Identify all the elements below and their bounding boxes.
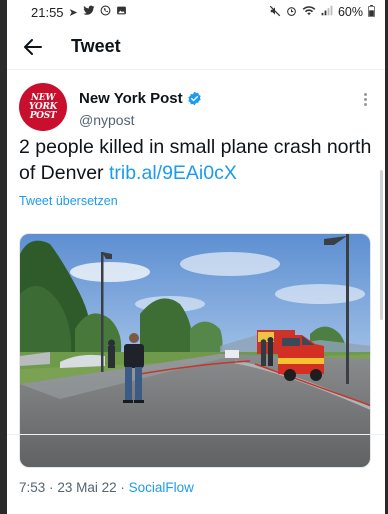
avatar-line-3: POST	[29, 110, 57, 121]
tweet-link[interactable]: trib.al/9EAi0cX	[109, 162, 237, 184]
more-options-button[interactable]	[357, 89, 373, 109]
tweet-meta: 7:53 · 23 Mai 22 · SocialFlow	[19, 480, 194, 495]
phone-frame: 21:55 ➤ 60% Tweet NEW YORK POST New York…	[0, 0, 388, 514]
plane-crash-scene-image	[20, 234, 370, 467]
whatsapp-icon	[100, 5, 111, 19]
wifi-icon	[302, 5, 316, 19]
navigation-icon: ➤	[68, 6, 78, 19]
back-button[interactable]	[23, 37, 43, 57]
status-time: 21:55	[31, 4, 64, 20]
author-name-row[interactable]: New York Post	[79, 90, 202, 107]
status-right: 60%	[269, 4, 375, 20]
battery-icon	[368, 4, 375, 20]
dot-icon	[363, 97, 367, 101]
author-handle[interactable]: @nypost	[79, 112, 134, 128]
dot-icon	[363, 102, 367, 106]
meta-separator: ·	[49, 480, 54, 495]
scrollbar[interactable]	[380, 170, 383, 320]
verified-badge-icon	[187, 91, 201, 106]
screen: 21:55 ➤ 60% Tweet NEW YORK POST New York…	[7, 0, 385, 514]
top-app-bar: Tweet	[7, 24, 385, 70]
divider	[7, 434, 385, 435]
mute-icon	[269, 5, 281, 20]
status-bar: 21:55 ➤ 60%	[7, 0, 385, 24]
status-left: 21:55 ➤	[31, 5, 127, 20]
twitter-icon	[83, 5, 95, 19]
signal-icon	[321, 5, 333, 19]
page-title: Tweet	[71, 36, 121, 56]
tweet-text: 2 people killed in small plane crash nor…	[19, 134, 373, 186]
tweet-date: 23 Mai 22	[57, 480, 117, 495]
battery-text: 60%	[337, 5, 363, 19]
author-name[interactable]: New York Post	[79, 90, 183, 107]
arrow-left-icon	[24, 38, 42, 55]
translate-tweet-link[interactable]: Tweet übersetzen	[19, 194, 118, 208]
tweet-photo[interactable]	[19, 233, 371, 468]
alarm-icon	[286, 5, 297, 20]
avatar[interactable]: NEW YORK POST	[19, 83, 67, 131]
tweet-source-link[interactable]: SocialFlow	[129, 480, 194, 495]
gallery-icon	[116, 5, 127, 19]
meta-separator: ·	[120, 480, 125, 495]
tweet-author: NEW YORK POST New York Post @nypost	[17, 83, 377, 135]
tweet-time: 7:53	[19, 480, 46, 495]
dot-icon	[363, 92, 367, 96]
